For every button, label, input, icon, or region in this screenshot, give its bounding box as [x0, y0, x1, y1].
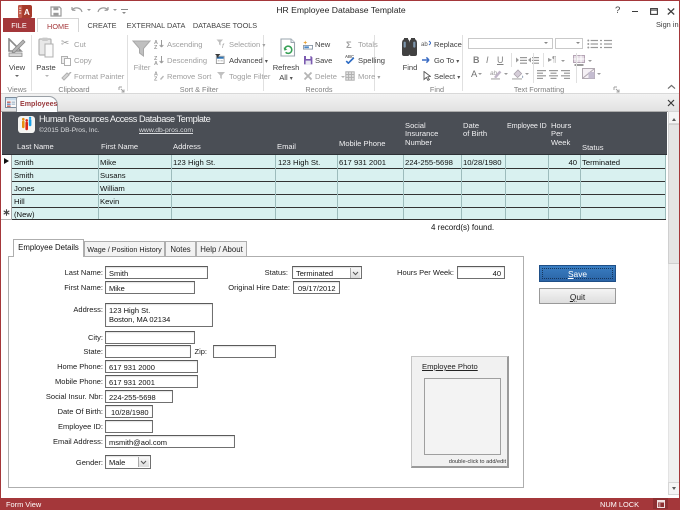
svg-text:A: A: [154, 61, 158, 65]
svg-text:A: A: [24, 8, 30, 17]
svg-text:ab: ab: [421, 42, 428, 48]
svg-text:f: f: [222, 43, 225, 49]
